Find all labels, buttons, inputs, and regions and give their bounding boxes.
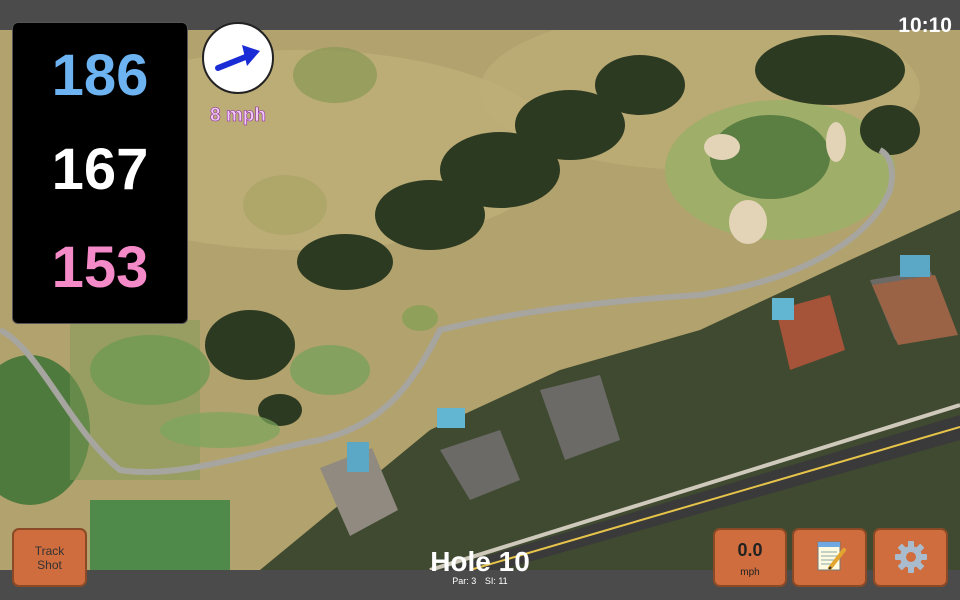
hole-par: Par: 3 [452, 576, 477, 586]
speed-button[interactable]: 0.0 mph [713, 528, 787, 587]
notepad-icon [817, 541, 846, 571]
front-yardage: 153 [51, 235, 149, 300]
hole-details: Par: 3 SI: 11 [380, 577, 580, 586]
track-shot-label-line2: Shot [37, 557, 62, 572]
speed-unit: mph [740, 567, 760, 578]
yardage-panel: 186 167 153 [12, 22, 188, 324]
track-shot-label-line1: Track [34, 543, 65, 558]
wind-speed: 8 mph [210, 105, 267, 127]
speed-value: 0.0 [737, 540, 763, 560]
back-yardage: 186 [51, 43, 149, 108]
middle-yardage: 167 [51, 137, 149, 202]
notes-button[interactable] [792, 528, 867, 587]
hole-title: Hole 10 [430, 546, 530, 577]
gear-icon [895, 541, 927, 573]
settings-button[interactable] [873, 528, 948, 587]
track-shot-button[interactable]: Track Shot [12, 528, 87, 587]
wind-indicator[interactable] [202, 22, 274, 94]
clock: 10:10 [898, 14, 952, 37]
hole-stroke-index: SI: 11 [484, 576, 508, 586]
arrow-right-up-icon [215, 45, 260, 71]
